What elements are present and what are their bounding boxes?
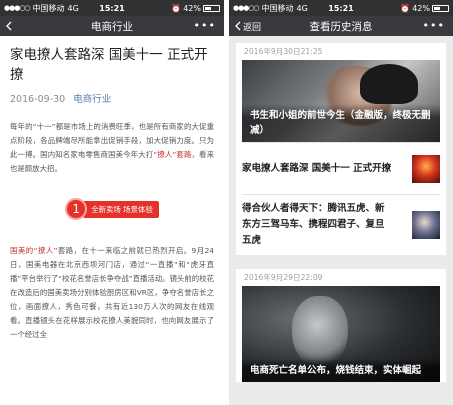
network-label: 4G [67, 3, 79, 13]
hero-title: 书生和小姐的前世今生（金融版，终极无删减） [242, 104, 440, 142]
article-date: 2016-09-30 [10, 94, 66, 105]
alarm-icon: ⏰ [400, 3, 411, 13]
item-title: 得合伙人者得天下：腾讯五虎、新东方三驾马车、携程四君子、复旦五虎 [242, 203, 385, 246]
more-options-icon[interactable]: ••• [194, 19, 216, 32]
battery-percent: 42% [183, 3, 201, 13]
paragraph-2: 国美的“撩人”套路，在十一来临之前就已热烈开启。9月24日，国美电器在北京西坝河… [10, 246, 214, 339]
card-date: 2016年9月29日22:09 [244, 273, 323, 282]
signal-icon: ●●●○○ [233, 4, 260, 12]
nav-bar: 电商行业 ••• [0, 16, 224, 36]
hero-article[interactable]: 电商死亡名单公布，烧钱结束，实体崛起 [242, 286, 440, 382]
history-feed: 2016年9月30日21:25 书生和小姐的前世今生（金融版，终极无删减） 家电… [229, 36, 453, 382]
nav-bar: 返回 查看历史消息 ••• [229, 16, 453, 36]
hero-image [292, 296, 348, 368]
item-thumbnail [412, 211, 440, 239]
signal-icon: ●●●○○ [4, 4, 31, 12]
alarm-icon: ⏰ [171, 3, 182, 13]
battery-percent: 42% [412, 3, 430, 13]
more-options-icon[interactable]: ••• [423, 19, 445, 32]
hero-image-detail [360, 64, 418, 104]
status-bar: ●●●○○ 中国移动 4G 15:21 ⏰ 42% [229, 0, 453, 16]
article-body: 家电撩人套路深 国美十一 正式开撩 2016-09-30 电商行业 每年的“十一… [0, 36, 224, 342]
highlight-text: “撩人”套路 [153, 150, 192, 159]
section-tag: 1 全新卖场 场景体验 [10, 198, 214, 220]
chevron-left-icon [235, 21, 241, 31]
carrier-label: 中国移动 [32, 3, 65, 13]
article-title: 家电撩人套路深 国美十一 正式开撩 [10, 47, 208, 83]
history-screen: ●●●○○ 中国移动 4G 15:21 ⏰ 42% 返回 查看历史消息 ••• … [229, 0, 453, 405]
network-label: 4G [296, 3, 308, 13]
battery-icon [203, 4, 220, 12]
account-link[interactable]: 电商行业 [73, 94, 111, 105]
status-bar: ●●●○○ 中国移动 4G 15:21 ⏰ 42% [0, 0, 224, 16]
highlight-text: 国美的“撩人” [10, 246, 58, 255]
chevron-left-icon [6, 21, 12, 31]
carrier-label: 中国移动 [261, 3, 294, 13]
message-card: 2016年9月29日22:09 电商死亡名单公布，烧钱结束，实体崛起 [236, 269, 446, 382]
list-item[interactable]: 家电撩人套路深 国美十一 正式开撩 [242, 142, 440, 194]
battery-icon [432, 4, 449, 12]
back-button[interactable]: 返回 [229, 20, 261, 33]
list-item[interactable]: 得合伙人者得天下：腾讯五虎、新东方三驾马车、携程四君子、复旦五虎 [242, 194, 440, 255]
hero-title: 电商死亡名单公布，烧钱结束，实体崛起 [242, 359, 440, 382]
item-thumbnail [412, 154, 440, 183]
message-card: 2016年9月30日21:25 书生和小姐的前世今生（金融版，终极无删减） 家电… [236, 43, 446, 255]
back-button[interactable] [0, 21, 14, 31]
back-label: 返回 [243, 22, 262, 33]
nav-title: 查看历史消息 [309, 20, 373, 33]
nav-title: 电商行业 [91, 20, 133, 33]
article-screen: ●●●○○ 中国移动 4G 15:21 ⏰ 42% 电商行业 ••• 家电撩人套… [0, 0, 224, 405]
article-meta: 2016-09-30 电商行业 [10, 91, 214, 105]
item-title: 家电撩人套路深 国美十一 正式开撩 [242, 162, 392, 174]
hero-article[interactable]: 书生和小姐的前世今生（金融版，终极无删减） [242, 60, 440, 142]
section-label: 全新卖场 场景体验 [83, 200, 159, 218]
card-date: 2016年9月30日21:25 [244, 47, 323, 56]
paragraph-1: 每年的“十一”都是市场上的消费旺季，也是所有商家的大促重点阶段，各品牌端尽所能拿… [10, 122, 214, 173]
